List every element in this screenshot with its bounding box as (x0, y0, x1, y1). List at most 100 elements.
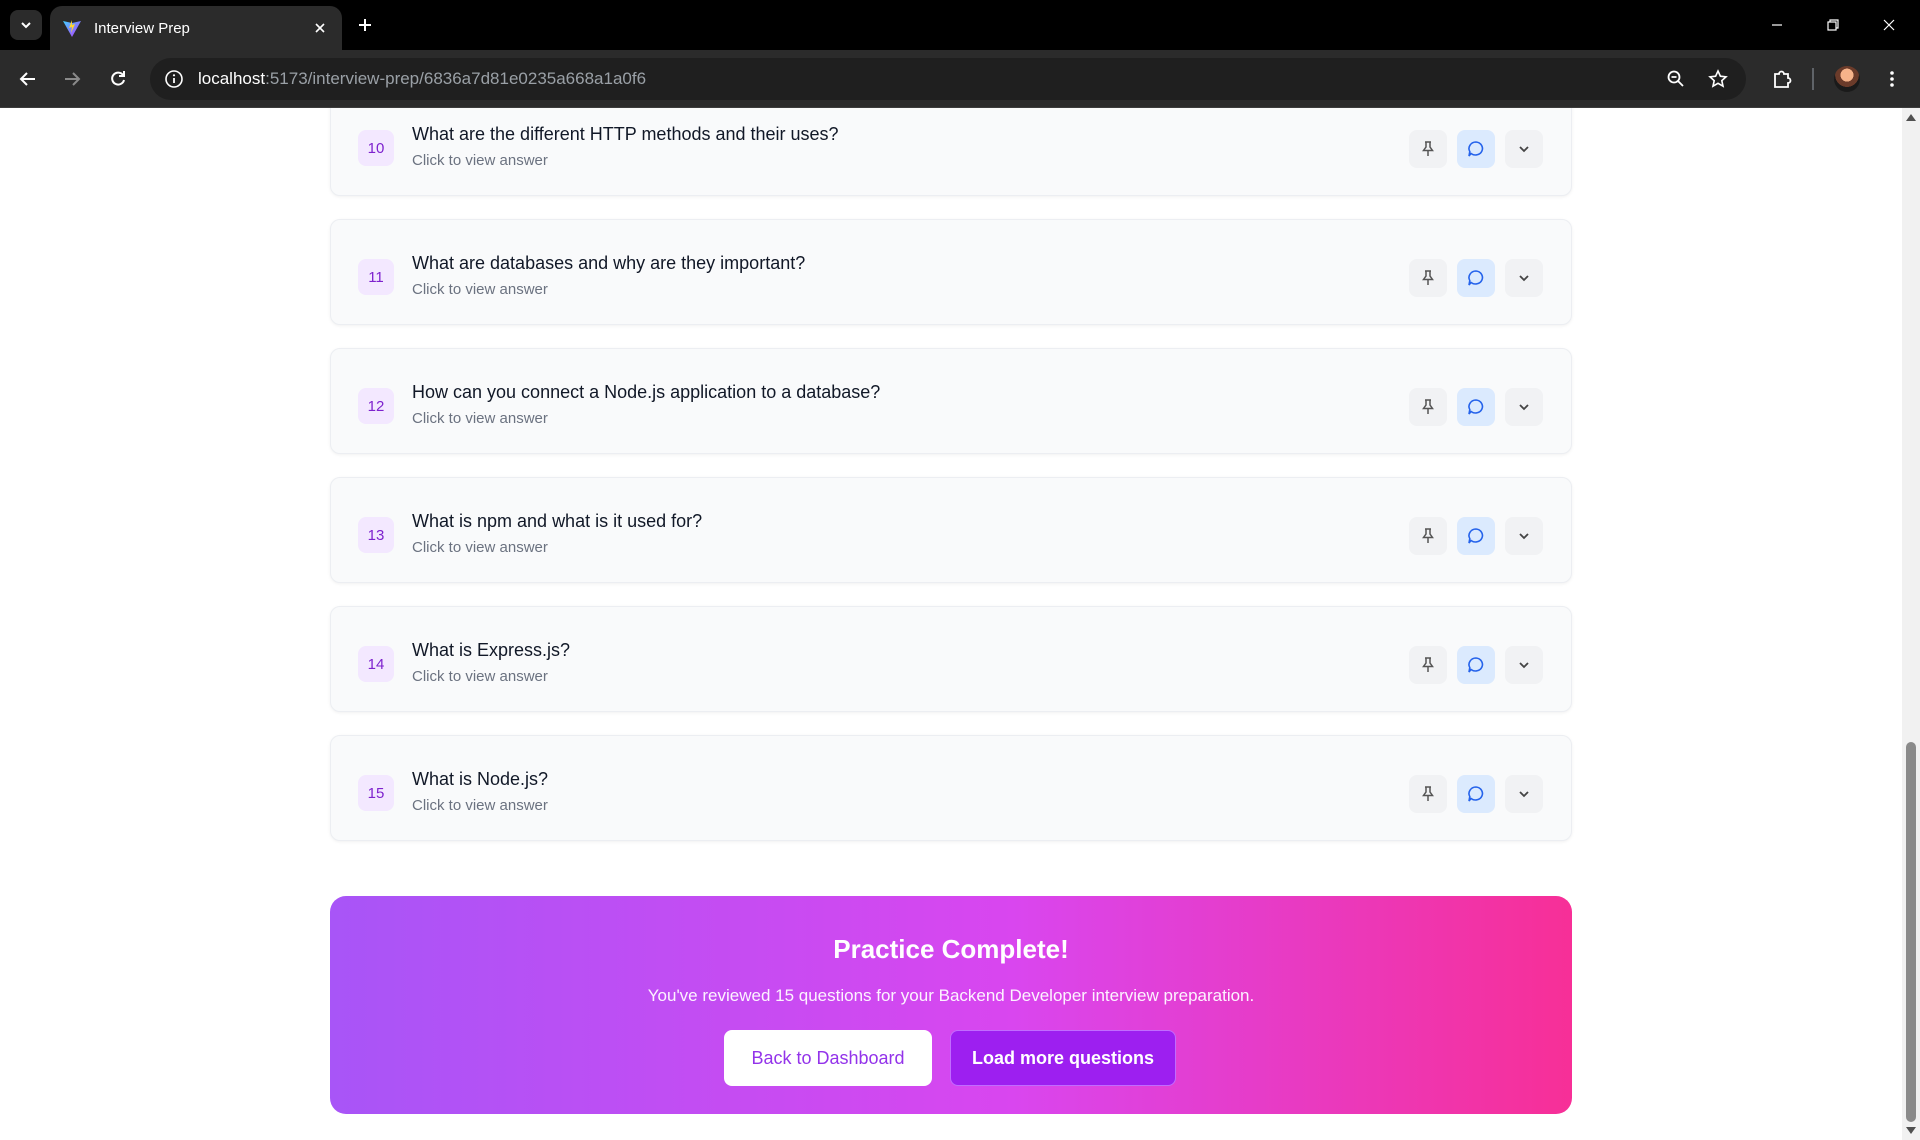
chevron-down-icon (1519, 146, 1529, 153)
question-number: 14 (358, 646, 394, 682)
pin-icon (1422, 270, 1434, 285)
question-card[interactable]: 10 What are the different HTTP methods a… (330, 108, 1572, 196)
forward-button[interactable] (58, 65, 86, 93)
back-button[interactable] (14, 65, 42, 93)
pin-icon (1422, 399, 1434, 414)
bookmark-star-icon[interactable] (1706, 67, 1730, 91)
expand-button[interactable] (1505, 775, 1543, 813)
question-card[interactable]: 11 What are databases and why are they i… (330, 219, 1572, 325)
ask-ai-button[interactable] (1457, 130, 1495, 168)
question-card[interactable]: 12 How can you connect a Node.js applica… (330, 348, 1572, 454)
restore-button[interactable] (1820, 12, 1846, 38)
url-text: localhost:5173/interview-prep/6836a7d81e… (198, 69, 646, 89)
scroll-down-arrow[interactable] (1906, 1127, 1916, 1134)
ask-ai-button[interactable] (1457, 517, 1495, 555)
reload-button[interactable] (104, 65, 132, 93)
pin-icon (1422, 528, 1434, 543)
expand-button[interactable] (1505, 259, 1543, 297)
ask-ai-button[interactable] (1457, 775, 1495, 813)
arrow-left-icon (19, 72, 35, 86)
chat-bubble-icon (1468, 141, 1484, 157)
question-text: What is Node.js? (412, 769, 549, 789)
question-hint: Click to view answer (412, 539, 548, 556)
chat-bubble-icon (1468, 270, 1484, 286)
back-to-dashboard-button[interactable]: Back to Dashboard (724, 1030, 932, 1086)
ask-ai-button[interactable] (1457, 259, 1495, 297)
pin-icon (1422, 141, 1434, 156)
pin-button[interactable] (1409, 775, 1447, 813)
browser-tab-bar: Interview Prep (0, 0, 1920, 50)
question-text: What are the different HTTP methods and … (412, 124, 839, 144)
new-tab-button[interactable] (352, 12, 378, 38)
page-content: 10 What are the different HTTP methods a… (0, 108, 1902, 1140)
url-host: localhost (198, 69, 266, 88)
question-number: 12 (358, 388, 394, 424)
site-info-icon[interactable] (162, 67, 186, 91)
more-vertical-icon (1890, 71, 1894, 87)
url-path: :5173/interview-prep/6836a7d81e0235a668a… (265, 69, 647, 88)
question-number: 11 (358, 259, 394, 295)
chat-bubble-icon (1468, 657, 1484, 673)
question-hint: Click to view answer (412, 281, 548, 298)
chat-bubble-icon (1468, 399, 1484, 415)
tab-search-button[interactable] (10, 10, 42, 40)
extensions-button[interactable] (1768, 65, 1796, 93)
question-hint: Click to view answer (412, 797, 548, 814)
pin-button[interactable] (1409, 646, 1447, 684)
minimize-icon (1772, 24, 1782, 26)
profile-avatar[interactable] (1834, 66, 1860, 92)
question-number: 15 (358, 775, 394, 811)
question-text: What are databases and why are they impo… (412, 253, 806, 273)
ask-ai-button[interactable] (1457, 646, 1495, 684)
close-icon (1883, 19, 1895, 31)
close-tab-button[interactable] (310, 18, 330, 38)
question-card[interactable]: 13 What is npm and what is it used for? … (330, 477, 1572, 583)
browser-tab[interactable]: Interview Prep (50, 6, 342, 50)
question-card[interactable]: 15 What is Node.js? Click to view answer (330, 735, 1572, 841)
chevron-down-icon (21, 22, 31, 29)
minimize-button[interactable] (1764, 12, 1790, 38)
question-text: What is Express.js? (412, 640, 571, 660)
browser-menu-button[interactable] (1878, 65, 1906, 93)
vite-logo-icon (63, 20, 81, 37)
expand-button[interactable] (1505, 646, 1543, 684)
question-card[interactable]: 14 What is Express.js? Click to view ans… (330, 606, 1572, 712)
banner-title: Practice Complete! (833, 934, 1069, 964)
scroll-up-arrow[interactable] (1906, 114, 1916, 121)
close-icon (315, 23, 325, 33)
question-text: What is npm and what is it used for? (412, 511, 703, 531)
pin-button[interactable] (1409, 517, 1447, 555)
expand-button[interactable] (1505, 388, 1543, 426)
pin-button[interactable] (1409, 388, 1447, 426)
question-hint: Click to view answer (412, 668, 548, 685)
expand-button[interactable] (1505, 130, 1543, 168)
question-number: 13 (358, 517, 394, 553)
tab-title: Interview Prep (94, 19, 190, 37)
question-hint: Click to view answer (412, 410, 548, 427)
reload-icon (111, 71, 125, 86)
chevron-down-icon (1519, 275, 1529, 282)
puzzle-icon (1774, 70, 1792, 88)
chat-bubble-icon (1468, 528, 1484, 544)
scrollbar-thumb[interactable] (1906, 742, 1916, 1122)
practice-complete-banner: Practice Complete! You've reviewed 15 qu… (330, 896, 1572, 1114)
browser-toolbar: localhost:5173/interview-prep/6836a7d81e… (0, 50, 1920, 108)
pin-button[interactable] (1409, 259, 1447, 297)
banner-subtitle: You've reviewed 15 questions for your Ba… (647, 986, 1255, 1005)
address-bar[interactable]: localhost:5173/interview-prep/6836a7d81e… (150, 58, 1746, 100)
chat-bubble-icon (1468, 786, 1484, 802)
question-hint: Click to view answer (412, 152, 548, 169)
plus-icon (359, 19, 371, 31)
pin-button[interactable] (1409, 130, 1447, 168)
close-window-button[interactable] (1876, 12, 1902, 38)
page-scrollbar[interactable] (1902, 108, 1920, 1140)
load-more-questions-button[interactable]: Load more questions (950, 1030, 1176, 1086)
expand-button[interactable] (1505, 517, 1543, 555)
arrow-right-icon (65, 72, 81, 86)
ask-ai-button[interactable] (1457, 388, 1495, 426)
question-number: 10 (358, 130, 394, 166)
question-text: How can you connect a Node.js applicatio… (412, 382, 881, 402)
zoom-icon[interactable] (1664, 67, 1688, 91)
pin-icon (1422, 786, 1434, 801)
chevron-down-icon (1519, 404, 1529, 411)
